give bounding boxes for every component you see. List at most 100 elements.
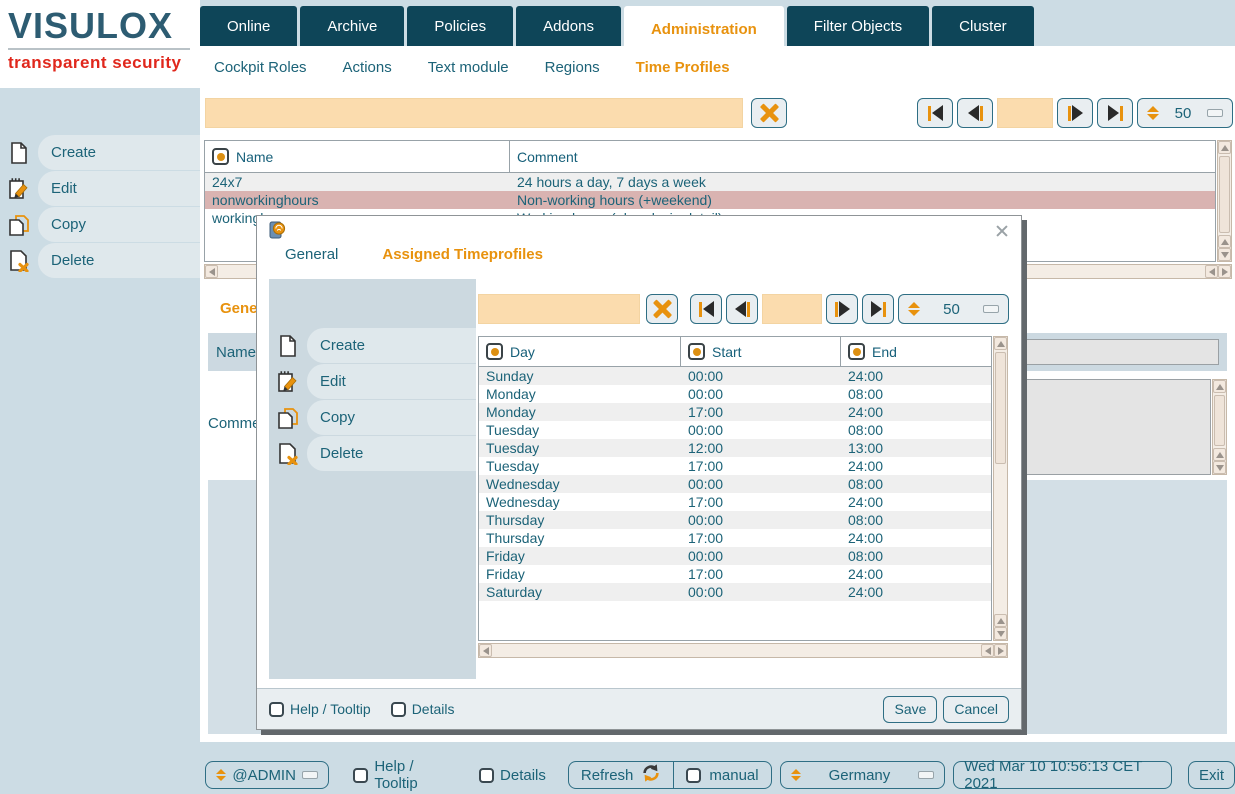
scroll-left-button[interactable] [1205,265,1218,278]
scroll-right-button[interactable] [994,644,1007,657]
sort-indicator-icon[interactable] [848,343,865,360]
tab-addons[interactable]: Addons [516,6,621,46]
dialog-help-tooltip-toggle[interactable]: Help / Tooltip [269,701,371,717]
first-page-button[interactable] [917,98,953,128]
timeprofile-row[interactable]: Friday00:0008:00 [479,547,991,565]
refresh-button[interactable]: Refresh [569,762,674,788]
tab-policies[interactable]: Policies [407,6,513,46]
help-tooltip-checkbox[interactable] [353,768,368,783]
delete-button[interactable]: Delete [0,243,200,278]
create-button[interactable]: Create [0,135,200,170]
scroll-down-button[interactable] [1213,461,1226,474]
tab-cluster[interactable]: Cluster [932,6,1034,46]
tab-archive[interactable]: Archive [300,6,404,46]
edit-button[interactable]: Edit [0,171,200,206]
close-icon[interactable] [995,224,1009,238]
dialog-clear-search-button[interactable] [646,294,678,324]
dialog-copy-button[interactable]: Copy [269,400,476,435]
column-header-start[interactable]: Start [681,337,841,366]
timeprofile-row[interactable]: Tuesday17:0024:00 [479,457,991,475]
timeprofile-row[interactable]: Friday17:0024:00 [479,565,991,583]
table-vertical-scrollbar[interactable] [1217,140,1232,262]
subtab-text-module[interactable]: Text module [428,59,509,76]
sort-indicator-icon[interactable] [486,343,503,360]
scrollbar-thumb[interactable] [995,352,1006,464]
scroll-up-button[interactable] [1213,380,1226,393]
timeprofile-row[interactable]: Thursday17:0024:00 [479,529,991,547]
clear-search-button[interactable] [751,98,787,128]
scroll-left-button[interactable] [205,265,218,278]
dialog-tab-assigned-timeprofiles[interactable]: Assigned Timeprofiles [382,246,543,263]
scroll-up-button[interactable] [994,337,1007,350]
scroll-left-button[interactable] [479,644,492,657]
details-checkbox[interactable] [479,768,494,783]
manual-checkbox[interactable] [686,768,701,783]
copy-button[interactable]: Copy [0,207,200,242]
timeprofile-row[interactable]: Saturday00:0024:00 [479,583,991,601]
dialog-create-button[interactable]: Create [269,328,476,363]
timeprofile-row[interactable]: Sunday00:0024:00 [479,367,991,385]
dialog-first-page-button[interactable] [690,294,722,324]
next-page-button[interactable] [1057,98,1093,128]
page-size-select[interactable]: 50 [1137,98,1233,128]
scroll-up-button[interactable] [1218,235,1231,248]
details-checkbox[interactable] [391,702,406,717]
timeprofile-row[interactable]: Monday17:0024:00 [479,403,991,421]
help-tooltip-checkbox[interactable] [269,702,284,717]
page-number-input[interactable] [997,98,1053,128]
dialog-next-page-button[interactable] [826,294,858,324]
dialog-details-toggle[interactable]: Details [391,701,455,717]
dialog-tab-general[interactable]: General [285,246,338,263]
dialog-prev-page-button[interactable] [726,294,758,324]
column-header-comment[interactable]: Comment [510,141,1215,172]
scrollbar-thumb[interactable] [1219,156,1230,233]
tab-online[interactable]: Online [200,6,297,46]
subtab-time-profiles[interactable]: Time Profiles [636,59,730,76]
scroll-down-button[interactable] [1218,248,1231,261]
timeprofile-row[interactable]: Wednesday17:0024:00 [479,493,991,511]
scroll-left-button[interactable] [981,644,994,657]
dialog-delete-button[interactable]: Delete [269,436,476,471]
timeprofile-row[interactable]: Tuesday12:0013:00 [479,439,991,457]
save-button[interactable]: Save [883,696,937,723]
scroll-up-button[interactable] [1213,448,1226,461]
user-select[interactable]: @ADMIN [205,761,329,789]
statusbar-help-tooltip-toggle[interactable]: Help / Tooltip [353,758,459,792]
timeprofile-row[interactable]: Monday00:0008:00 [479,385,991,403]
dialog-edit-button[interactable]: Edit [269,364,476,399]
table-row-selected[interactable]: nonworkinghours Non-working hours (+week… [205,191,1215,209]
exit-button[interactable]: Exit [1188,761,1235,789]
sort-indicator-icon[interactable] [212,148,229,165]
scroll-up-button[interactable] [994,614,1007,627]
column-header-day[interactable]: Day [479,337,681,366]
search-input[interactable] [205,98,743,128]
sort-indicator-icon[interactable] [688,343,705,360]
tab-filter-objects[interactable]: Filter Objects [787,6,929,46]
prev-page-button[interactable] [957,98,993,128]
last-page-button[interactable] [1097,98,1133,128]
column-header-end[interactable]: End [841,337,991,366]
language-select[interactable]: Germany [780,761,946,789]
dialog-table-horizontal-scrollbar[interactable] [478,643,1008,658]
column-header-name[interactable]: Name [205,141,510,172]
scroll-up-button[interactable] [1218,141,1231,154]
dialog-table-vertical-scrollbar[interactable] [993,336,1008,641]
timeprofile-row[interactable]: Wednesday00:0008:00 [479,475,991,493]
timeprofile-row[interactable]: Thursday00:0008:00 [479,511,991,529]
dialog-page-size-select[interactable]: 50 [898,294,1009,324]
table-row[interactable]: 24x7 24 hours a day, 7 days a week [205,173,1215,191]
comment-scrollbar[interactable] [1212,379,1227,475]
dialog-search-input[interactable] [478,294,640,324]
subtab-cockpit-roles[interactable]: Cockpit Roles [214,59,307,76]
subtab-actions[interactable]: Actions [343,59,392,76]
manual-toggle[interactable]: manual [673,762,770,788]
timeprofile-row[interactable]: Tuesday00:0008:00 [479,421,991,439]
statusbar-details-toggle[interactable]: Details [479,767,546,784]
scrollbar-thumb[interactable] [1214,395,1225,446]
scroll-down-button[interactable] [994,627,1007,640]
dialog-page-number-input[interactable] [762,294,822,324]
scroll-right-button[interactable] [1218,265,1231,278]
dialog-last-page-button[interactable] [862,294,894,324]
cancel-button[interactable]: Cancel [943,696,1009,723]
subtab-regions[interactable]: Regions [545,59,600,76]
